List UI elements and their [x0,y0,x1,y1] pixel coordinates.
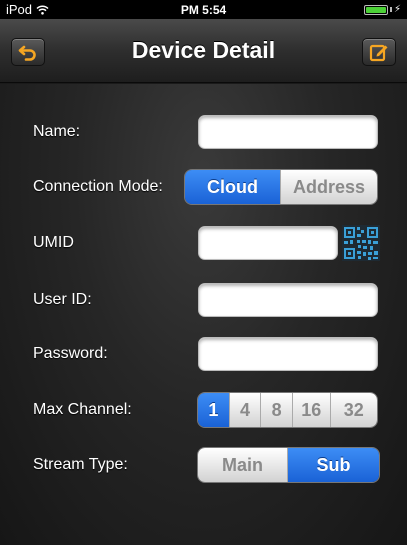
edit-icon [369,44,388,62]
umid-row: UMID [0,223,407,263]
name-input[interactable] [198,115,378,149]
connection-mode-segmented: Cloud Address [184,169,378,205]
stream-sub-option[interactable]: Sub [288,448,379,482]
user-id-label: User ID: [33,291,92,308]
stream-type-segmented: Main Sub [197,447,380,483]
stream-type-row: Stream Type: Main Sub [0,445,407,485]
max-channel-label: Max Channel: [33,401,132,418]
umid-input[interactable] [198,226,338,260]
umid-label: UMID [33,234,74,251]
stream-main-option[interactable]: Main [198,448,289,482]
password-row: Password: [0,334,407,374]
qr-code-icon[interactable] [342,225,380,261]
max-channel-segmented: 1 4 8 16 32 [197,392,378,428]
max-channel-option-8[interactable]: 8 [261,393,293,427]
connection-cloud-option[interactable]: Cloud [185,170,281,204]
wifi-icon [36,5,49,15]
name-label: Name: [33,123,81,140]
password-input[interactable] [198,337,378,371]
status-left: iPod [6,2,49,17]
form-area: Name: Connection Mode: Cloud Address UMI… [0,84,407,545]
user-id-row: User ID: [0,280,407,320]
device-name: iPod [6,2,33,17]
battery-icon: ⚡ [363,4,401,15]
connection-mode-label: Connection Mode: [33,178,163,195]
edit-button[interactable] [362,38,396,66]
stream-type-label: Stream Type: [33,456,128,473]
back-arrow-icon [18,45,36,61]
max-channel-option-32[interactable]: 32 [330,393,377,427]
nav-bar: Device Detail [0,19,407,83]
name-row: Name: [0,112,407,152]
page-title: Device Detail [131,37,276,63]
user-id-input[interactable] [198,283,378,317]
password-label: Password: [33,345,108,362]
max-channel-option-16[interactable]: 16 [292,393,331,427]
connection-mode-row: Connection Mode: Cloud Address [0,167,407,207]
max-channel-option-4[interactable]: 4 [229,393,262,427]
max-channel-option-1[interactable]: 1 [198,393,230,427]
charging-icon: ⚡ [393,4,401,15]
back-button[interactable] [11,38,45,66]
max-channel-row: Max Channel: 1 4 8 16 32 [0,390,407,430]
status-time: PM 5:54 [180,2,227,17]
connection-address-option[interactable]: Address [281,170,377,204]
status-bar: iPod PM 5:54 ⚡ [0,0,407,19]
